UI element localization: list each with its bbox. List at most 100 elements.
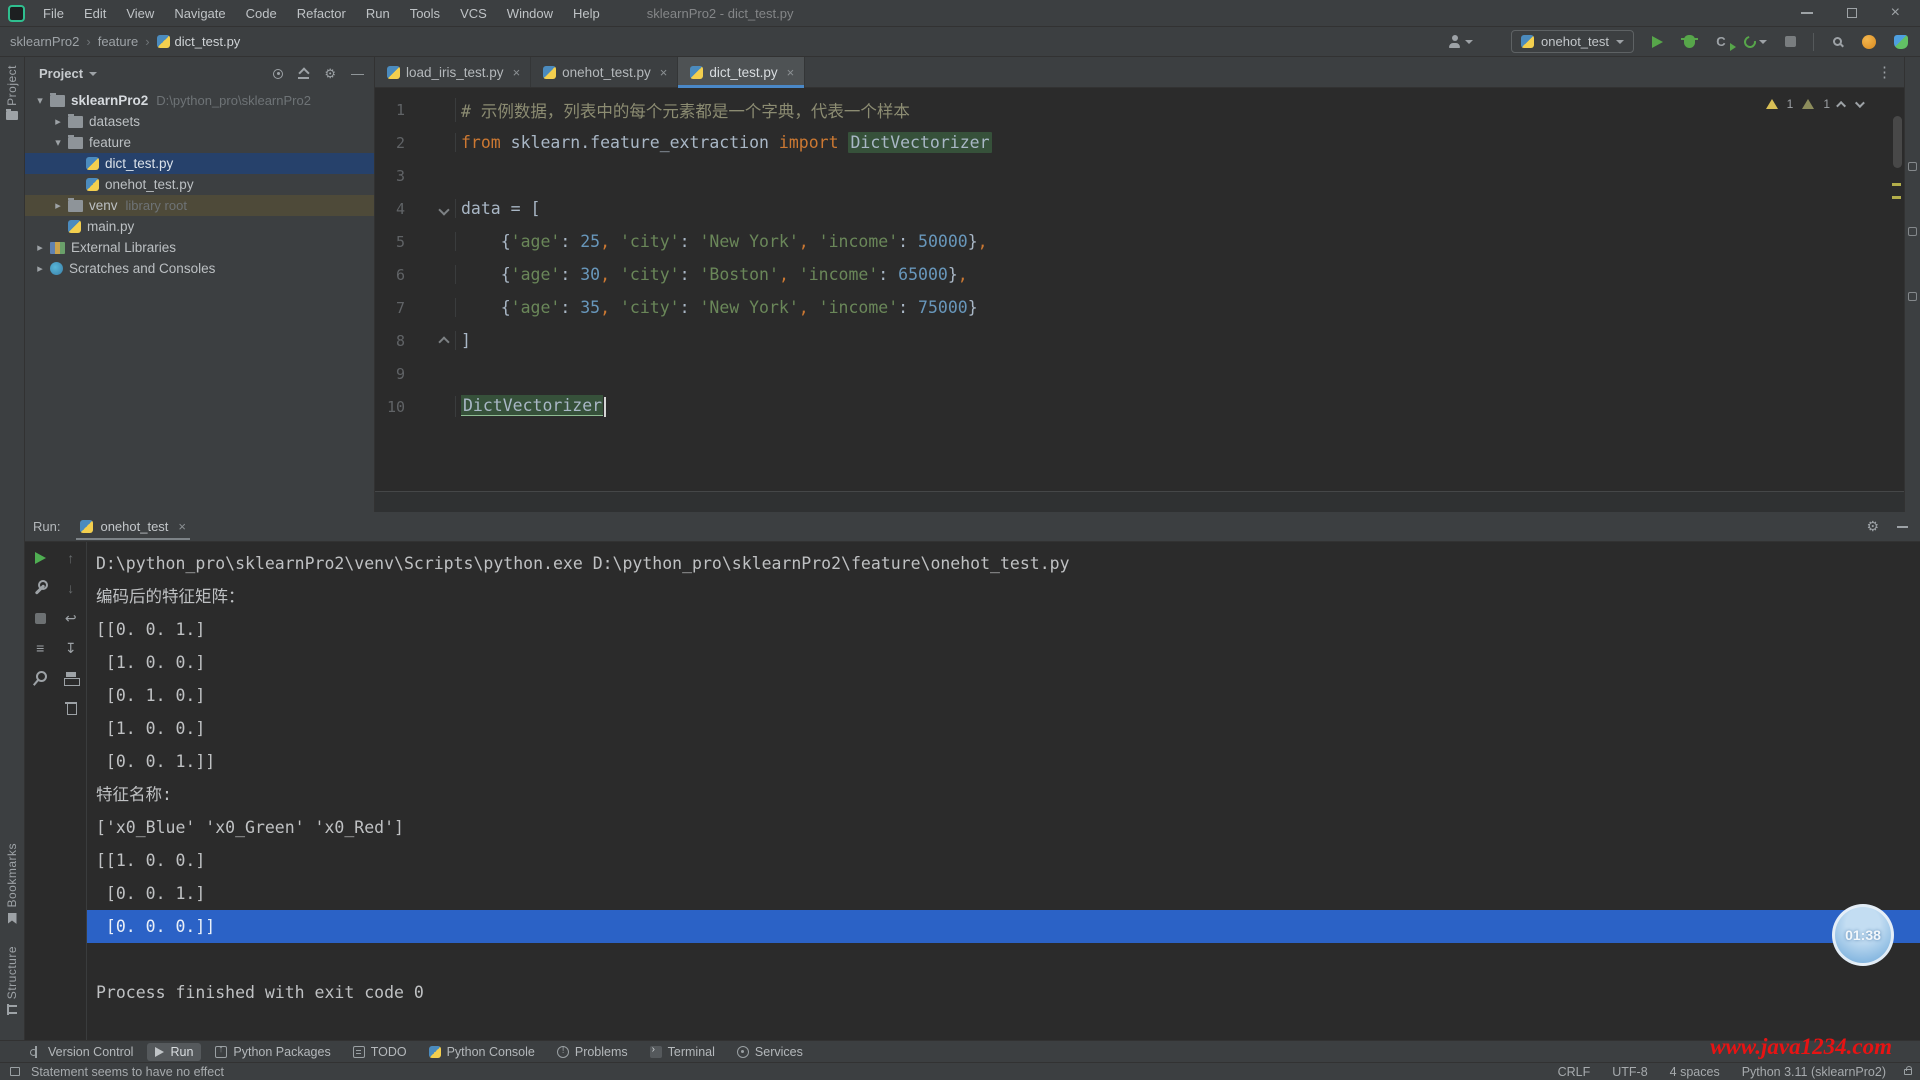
- code-line[interactable]: 1# 示例数据，列表中的每个元素都是一个字典，代表一个样本: [375, 93, 1904, 126]
- code-line[interactable]: 3: [375, 159, 1904, 192]
- code-line[interactable]: 2from sklearn.feature_extraction import …: [375, 126, 1904, 159]
- code-line[interactable]: 8]: [375, 324, 1904, 357]
- console-line[interactable]: 特征名称:: [96, 778, 1920, 811]
- status-utf-8[interactable]: UTF-8: [1612, 1065, 1647, 1079]
- code-line[interactable]: 6 {'age': 30, 'city': 'Boston', 'income'…: [375, 258, 1904, 291]
- console-output[interactable]: D:\python_pro\sklearnPro2\venv\Scripts\p…: [87, 542, 1920, 1040]
- toolwindow-button-terminal[interactable]: Terminal: [642, 1043, 723, 1061]
- tree-item-onehot-test-py[interactable]: onehot_test.py: [25, 174, 374, 195]
- locate-file-icon[interactable]: [273, 69, 283, 79]
- hide-panel-icon[interactable]: —: [351, 66, 364, 81]
- gear-icon[interactable]: ⚙: [1866, 518, 1879, 535]
- toolwindow-button-python-console[interactable]: Python Console: [421, 1043, 543, 1061]
- console-line[interactable]: [0. 0. 1.]: [96, 877, 1920, 910]
- tree-item-external-libraries[interactable]: External Libraries: [25, 237, 374, 258]
- pin-tab-icon[interactable]: [32, 670, 48, 686]
- run-button[interactable]: [1648, 33, 1666, 51]
- minimize-button[interactable]: [1801, 12, 1813, 14]
- soft-wrap-icon[interactable]: ↩: [63, 610, 79, 626]
- console-line[interactable]: [[0. 0. 1.]: [96, 613, 1920, 646]
- menu-item-navigate[interactable]: Navigate: [165, 3, 234, 24]
- editor-tab-onehot-test-py[interactable]: onehot_test.py×: [531, 57, 678, 87]
- code-line[interactable]: 7 {'age': 35, 'city': 'New York', 'incom…: [375, 291, 1904, 324]
- code-with-me-button[interactable]: [1860, 33, 1878, 51]
- status-4-spaces[interactable]: 4 spaces: [1670, 1065, 1720, 1079]
- console-line[interactable]: 编码后的特征矩阵：: [96, 580, 1920, 613]
- inspection-indicator-icon[interactable]: [10, 1067, 20, 1076]
- code-area[interactable]: 1 1 1# 示例数据，列表中的每个元素都是一个字典，代表一个样本2from s…: [375, 88, 1904, 491]
- toolwindow-button-problems[interactable]: Problems: [549, 1043, 636, 1061]
- console-line[interactable]: D:\python_pro\sklearnPro2\venv\Scripts\p…: [96, 547, 1920, 580]
- editor-tab-dict-test-py[interactable]: dict_test.py×: [678, 57, 805, 87]
- tree-item-main-py[interactable]: main.py: [25, 216, 374, 237]
- breadcrumb-item-sklearnpro2[interactable]: sklearnPro2: [10, 34, 79, 49]
- tree-item-datasets[interactable]: datasets: [25, 111, 374, 132]
- run-with-coverage-button[interactable]: C: [1712, 33, 1730, 51]
- hide-panel-icon[interactable]: [1897, 526, 1908, 528]
- menu-item-edit[interactable]: Edit: [75, 3, 115, 24]
- project-tool-button[interactable]: Project: [5, 65, 19, 120]
- settings-wrench-icon[interactable]: [32, 580, 48, 596]
- toolwindow-button-version-control[interactable]: Version Control: [22, 1043, 141, 1061]
- ide-settings-button[interactable]: [1892, 33, 1910, 51]
- code-line[interactable]: 9: [375, 357, 1904, 390]
- toolwindow-button-todo[interactable]: TODO: [345, 1043, 415, 1061]
- inspections-widget[interactable]: 1 1: [1766, 97, 1862, 111]
- profiler-button[interactable]: [1744, 36, 1767, 48]
- warning-stripe-mark[interactable]: [1892, 196, 1901, 199]
- restore-layout-icon[interactable]: ≡: [32, 640, 48, 656]
- screen-recorder-timer-badge[interactable]: 01:38: [1832, 904, 1894, 966]
- toolwindow-button-run[interactable]: Run: [147, 1043, 201, 1061]
- status-python-3-11-sklearnpro2[interactable]: Python 3.11 (sklearnPro2): [1742, 1065, 1886, 1079]
- toolwindow-button-python-packages[interactable]: Python Packages: [207, 1043, 338, 1061]
- print-icon[interactable]: [63, 670, 79, 686]
- code-line[interactable]: 10DictVectorizer: [375, 390, 1904, 423]
- project-view-selector[interactable]: Project: [39, 66, 97, 81]
- code-line[interactable]: 5 {'age': 25, 'city': 'New York', 'incom…: [375, 225, 1904, 258]
- menu-item-run[interactable]: Run: [357, 3, 399, 24]
- structure-tool-button[interactable]: Structure: [5, 946, 19, 1015]
- menu-item-refactor[interactable]: Refactor: [288, 3, 355, 24]
- status-crlf[interactable]: CRLF: [1558, 1065, 1591, 1079]
- editor-tab-load-iris-test-py[interactable]: load_iris_test.py×: [375, 57, 531, 87]
- tree-item-sklearnpro2[interactable]: sklearnPro2D:\python_pro\sklearnPro2: [25, 90, 374, 111]
- console-line[interactable]: Process finished with exit code 0: [96, 976, 1920, 1009]
- scroll-to-end-icon[interactable]: ↧: [63, 640, 79, 656]
- tree-item-scratches-and-consoles[interactable]: Scratches and Consoles: [25, 258, 374, 279]
- menu-item-file[interactable]: File: [34, 3, 73, 24]
- menu-item-view[interactable]: View: [117, 3, 163, 24]
- console-line[interactable]: [0. 0. 1.]]: [96, 745, 1920, 778]
- menu-item-window[interactable]: Window: [498, 3, 562, 24]
- down-stack-trace-icon[interactable]: ↓: [63, 580, 79, 596]
- gear-icon[interactable]: ⚙: [324, 66, 336, 82]
- up-stack-trace-icon[interactable]: ↑: [63, 550, 79, 566]
- run-configuration-selector[interactable]: onehot_test: [1511, 30, 1634, 53]
- lock-icon[interactable]: [1904, 1069, 1912, 1075]
- tree-item-venv[interactable]: venvlibrary root: [25, 195, 374, 216]
- close-tab-icon[interactable]: ×: [513, 65, 521, 80]
- toolwindow-button-services[interactable]: Services: [729, 1043, 811, 1061]
- console-line[interactable]: [0. 0. 0.]]: [87, 910, 1920, 943]
- close-tab-icon[interactable]: ×: [178, 519, 186, 534]
- collapse-all-icon[interactable]: [298, 68, 309, 79]
- search-everywhere-button[interactable]: [1828, 33, 1846, 51]
- breadcrumb-item-dict-test-py[interactable]: dict_test.py: [157, 34, 241, 49]
- console-line[interactable]: ['x0_Blue' 'x0_Green' 'x0_Red']: [96, 811, 1920, 844]
- notifications-icon[interactable]: [1908, 162, 1917, 171]
- console-line[interactable]: [0. 1. 0.]: [96, 679, 1920, 712]
- stop-button[interactable]: [1781, 33, 1799, 51]
- close-tab-icon[interactable]: ×: [787, 65, 795, 80]
- breadcrumb-item-feature[interactable]: feature: [98, 34, 138, 49]
- console-line[interactable]: [1. 0. 0.]: [96, 712, 1920, 745]
- warning-stripe-mark[interactable]: [1892, 183, 1901, 186]
- previous-issue-icon[interactable]: [1836, 100, 1846, 110]
- console-line[interactable]: [[1. 0. 0.]: [96, 844, 1920, 877]
- close-button[interactable]: ×: [1891, 8, 1900, 18]
- debug-button[interactable]: [1680, 33, 1698, 51]
- code-line[interactable]: 4data = [: [375, 192, 1904, 225]
- rerun-button[interactable]: [32, 550, 48, 566]
- run-tab-onehot-test[interactable]: onehot_test ×: [76, 513, 190, 540]
- pycharm-logo-icon[interactable]: [8, 5, 25, 22]
- bookmarks-tool-button[interactable]: Bookmarks: [5, 843, 19, 924]
- tree-item-dict-test-py[interactable]: dict_test.py: [25, 153, 374, 174]
